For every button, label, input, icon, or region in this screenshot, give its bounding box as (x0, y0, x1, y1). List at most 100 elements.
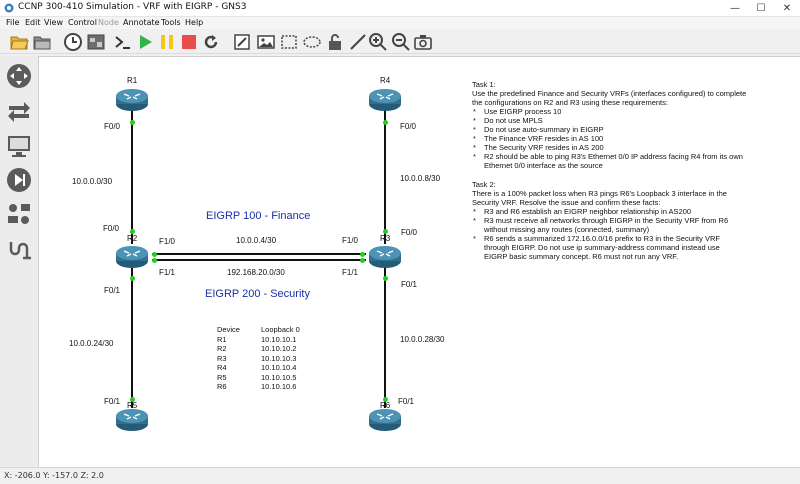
link-status-r2-f01 (130, 276, 135, 281)
unlock-icon[interactable] (325, 32, 345, 52)
minimize-button[interactable]: — (722, 0, 748, 17)
subnet-label-r2-r5: 10.0.0.24/30 (69, 339, 114, 348)
picture-icon[interactable] (256, 32, 276, 52)
menu-tools[interactable]: Tools (161, 17, 181, 29)
task1-intro-line: the configurations on R2 and R3 using th… (472, 98, 668, 107)
subnet-label-r2-r3-bottom: 192.168.20.0/30 (227, 268, 285, 277)
loopback-address: 10.10.10.4 (261, 363, 297, 372)
end-devices-icon[interactable] (5, 132, 33, 160)
loopback-address: 10.10.10.1 (261, 334, 297, 344)
screenshot-icon[interactable] (413, 32, 433, 52)
add-link-icon[interactable] (5, 236, 33, 264)
table-row: R1 10.10.10.1 (217, 335, 300, 345)
loopback-address: 10.10.10.2 (261, 344, 297, 353)
router-label-r5: R5 (127, 401, 138, 410)
router-r5[interactable] (115, 408, 149, 432)
task2-bullet: R3 and R6 establish an EIGRP neighbor re… (472, 207, 728, 216)
zoom-out-icon[interactable] (391, 32, 411, 52)
task1-bullet: The Finance VRF resides in AS 100 (472, 134, 746, 143)
folder-icon[interactable] (32, 32, 52, 52)
task1-title: Task 1: (472, 80, 496, 89)
interface-label-r5-f01: F0/1 (104, 397, 121, 406)
menu-help[interactable]: Help (185, 17, 203, 29)
menu-edit[interactable]: Edit (25, 17, 41, 29)
security-devices-icon[interactable] (5, 166, 33, 194)
draw-line-icon[interactable] (348, 32, 368, 52)
zone-label-finance: EIGRP 100 - Finance (206, 210, 311, 222)
close-button[interactable]: ✕ (774, 0, 800, 17)
interface-label-r3-f01: F0/1 (401, 280, 418, 289)
loopback-device: R4 (217, 363, 227, 372)
stop-icon[interactable] (179, 32, 199, 52)
status-bar: X: -206.0 Y: -157.0 Z: 2.0 (0, 467, 800, 484)
menu-node[interactable]: Node (98, 17, 119, 29)
edit-note-icon[interactable] (232, 32, 252, 52)
task2-bullet-continuation: without missing any routes (connected, s… (484, 225, 650, 234)
table-row: R2 10.10.10.2 (217, 344, 300, 354)
zoom-in-icon[interactable] (368, 32, 388, 52)
interface-label-r1-f00: F0/0 (104, 122, 121, 131)
open-folder-icon[interactable] (9, 32, 29, 52)
router-r1[interactable] (115, 88, 149, 112)
task1-note[interactable]: Task 1: Use the predefined Finance and S… (472, 80, 746, 170)
maximize-button[interactable]: ☐ (748, 0, 774, 17)
play-icon[interactable] (135, 32, 155, 52)
pause-icon[interactable] (157, 32, 177, 52)
task2-bullet: R6 sends a summarized 172.16.0.0/16 pref… (472, 234, 728, 243)
task1-intro-line: Use the predefined Finance and Security … (472, 89, 747, 98)
task2-bullet-continuation: through EIGRP. Do not use ip summary-add… (484, 243, 720, 252)
routers-icon[interactable] (5, 62, 33, 90)
task2-intro-line: There is a 100% packet loss when R3 ping… (472, 189, 727, 198)
router-r6[interactable] (368, 408, 402, 432)
reload-icon[interactable] (201, 32, 221, 52)
interface-label-r2-f01: F0/1 (104, 286, 121, 295)
subnet-label-r3-r6: 10.0.0.28/30 (400, 335, 445, 344)
rectangle-icon[interactable] (279, 32, 299, 52)
switches-icon[interactable] (5, 98, 33, 126)
menu-annotate[interactable]: Annotate (123, 17, 160, 29)
menu-view[interactable]: View (44, 17, 63, 29)
window-title: CCNP 300-410 Simulation - VRF with EIGRP… (18, 2, 247, 12)
task1-bullet: Do not use MPLS (472, 116, 746, 125)
router-r4[interactable] (368, 88, 402, 112)
task2-note[interactable]: Task 2: There is a 100% packet loss when… (472, 180, 728, 261)
loopback-header-device: Device (217, 325, 240, 334)
menu-control[interactable]: Control (68, 17, 97, 29)
subnet-label-r2-r3-top: 10.0.0.4/30 (236, 236, 277, 245)
link-status-r2-f10 (152, 252, 157, 257)
link-status-r1-f00 (130, 120, 135, 125)
router-label-r6: R6 (380, 401, 391, 410)
task2-bullet: R3 must receive all networks through EIG… (472, 216, 728, 225)
table-row: R4 10.10.10.4 (217, 363, 300, 373)
loopback-address: 10.10.10.5 (261, 372, 297, 382)
router-r3[interactable] (368, 245, 402, 269)
title-bar: CCNP 300-410 Simulation - VRF with EIGRP… (0, 0, 800, 17)
snapshot-icon[interactable] (86, 32, 106, 52)
toolbar (0, 29, 800, 54)
zone-label-security: EIGRP 200 - Security (205, 288, 310, 300)
task2-title: Task 2: (472, 180, 496, 189)
loopback-table-header: Device Loopback 0 (217, 325, 300, 335)
loopback-table: Device Loopback 0 R1 10.10.10.1 R2 10.10… (217, 325, 300, 392)
interface-label-r6-f01: F0/1 (398, 397, 415, 406)
link-status-r3-f01 (383, 276, 388, 281)
link-status-r2-f11 (152, 258, 157, 263)
gns3-logo-icon (4, 3, 14, 13)
table-row: R6 10.10.10.6 (217, 382, 300, 392)
link-status-r3-f10 (360, 252, 365, 257)
interface-label-r2-f10: F1/0 (159, 237, 176, 246)
clock-icon[interactable] (63, 32, 83, 52)
router-r2[interactable] (115, 245, 149, 269)
loopback-device: R6 (217, 382, 227, 391)
router-label-r3: R3 (380, 234, 391, 243)
all-devices-icon[interactable] (5, 200, 33, 228)
interface-label-r2-f11: F1/1 (159, 268, 176, 277)
interface-label-r3-f11: F1/1 (342, 268, 359, 277)
ellipse-icon[interactable] (302, 32, 322, 52)
loopback-device: R3 (217, 353, 227, 363)
router-label-r4: R4 (380, 76, 391, 85)
console-icon[interactable] (113, 32, 133, 52)
menu-file[interactable]: File (6, 17, 19, 29)
task1-bullet-continuation: Ethernet 0/0 interface as the source (484, 161, 603, 170)
subnet-label-r4-r3: 10.0.0.8/30 (400, 174, 441, 183)
